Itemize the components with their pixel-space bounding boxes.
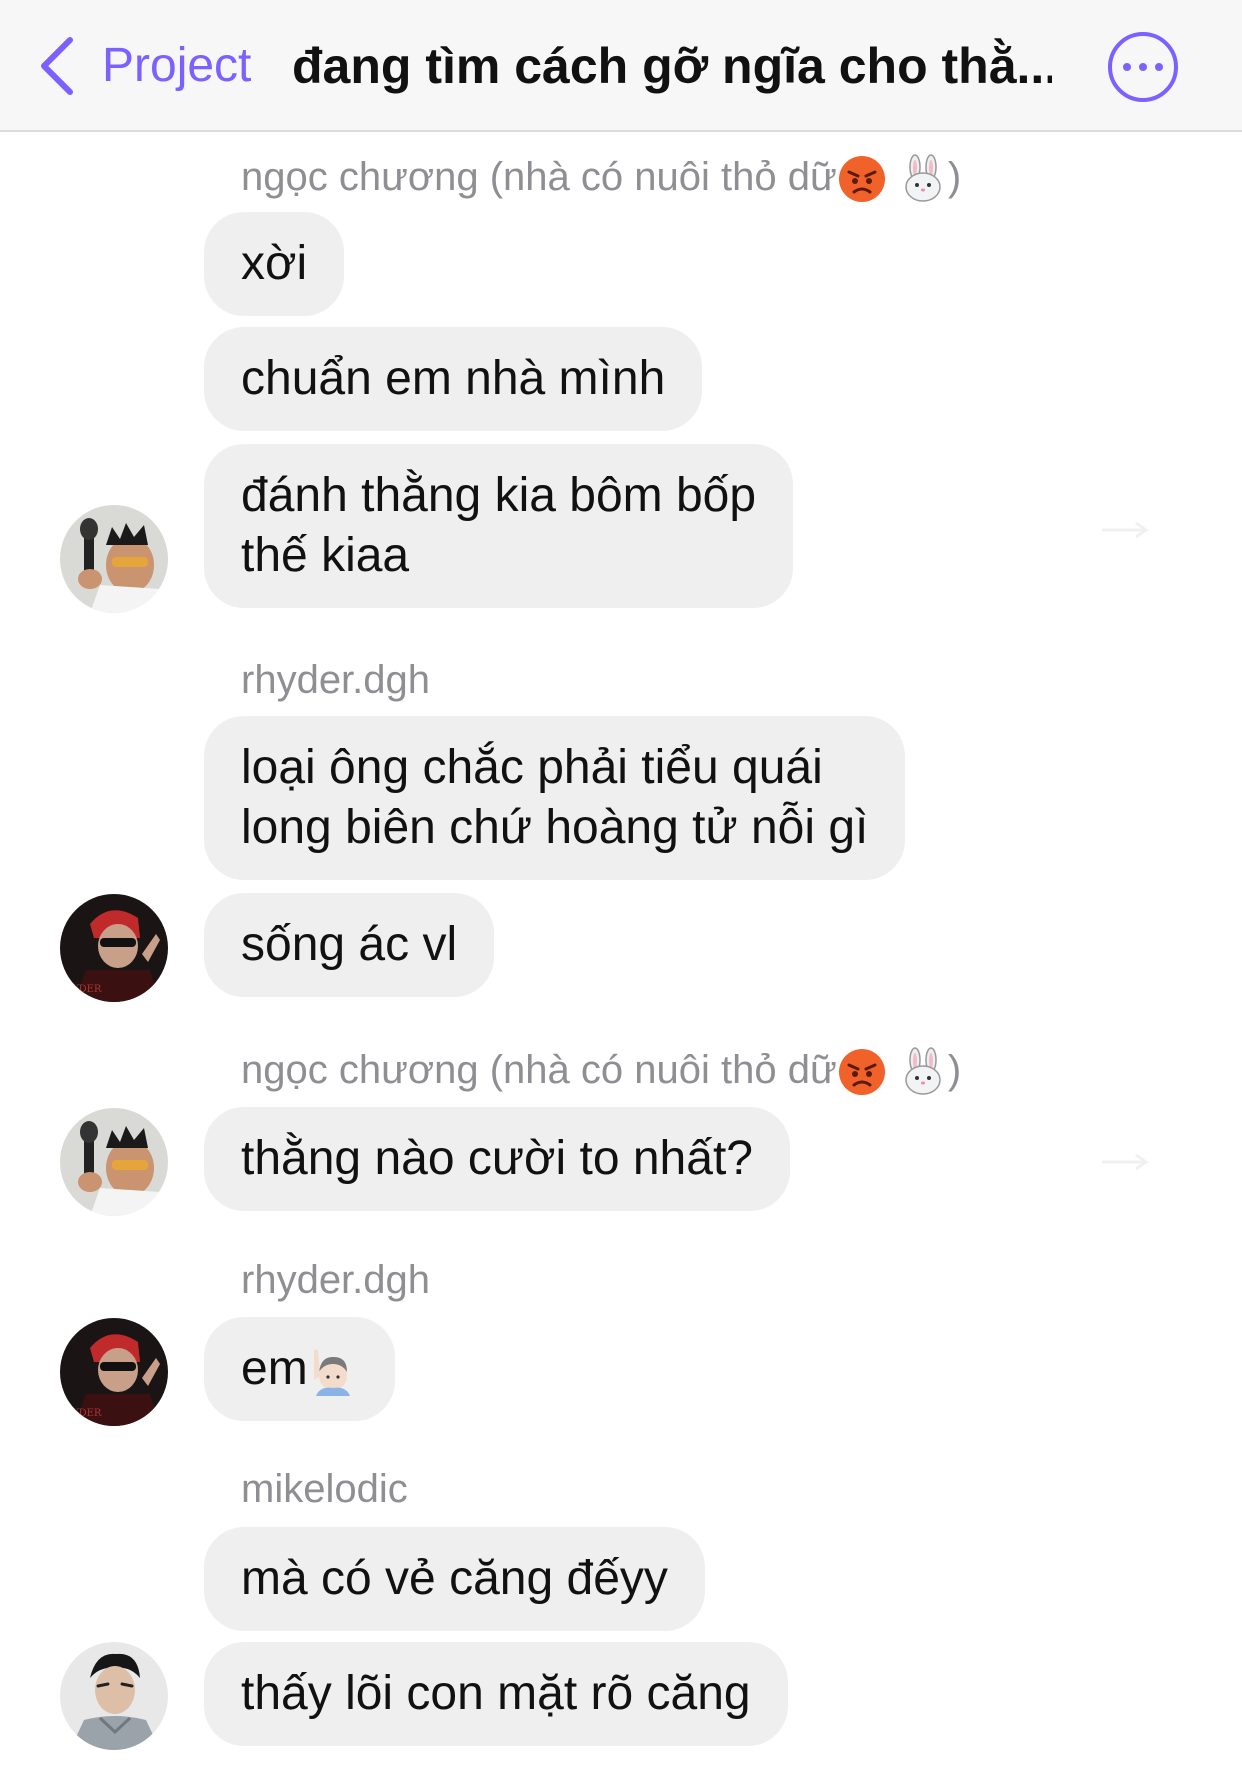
back-label: Project — [102, 39, 252, 92]
message-text: em — [241, 1342, 308, 1395]
chat-title: đang tìm cách gỡ ngĩa cho thằ... — [292, 38, 1052, 94]
message-text-line: đánh thằng kia bôm bốp — [241, 469, 757, 522]
sender-name: ngọc chương (nhà có nuôi thỏ dữ ) — [241, 1045, 962, 1096]
avatar-image — [60, 1642, 168, 1750]
message-text: mà có vẻ căng đếyy — [241, 1552, 668, 1605]
message-bubble[interactable]: em — [204, 1317, 395, 1421]
message-bubble[interactable]: loại ông chắc phải tiểu quái long biên c… — [204, 716, 906, 880]
angry-face-emoji — [838, 156, 885, 203]
chevron-left-icon — [41, 37, 73, 95]
message-text: sống ác vl — [241, 918, 458, 971]
avatar-ngoc-chuong[interactable] — [60, 1108, 168, 1216]
arrow-right-icon — [1102, 1153, 1149, 1171]
sender-name-suffix: ) — [947, 1048, 962, 1092]
message-text: thấy lõi con mặt rõ căng — [241, 1667, 751, 1720]
more-options-icon-dot — [1155, 63, 1163, 71]
raising-hand-emoji — [313, 1349, 350, 1397]
more-options-button[interactable] — [1108, 32, 1178, 102]
rabbit-emoji — [905, 1047, 941, 1096]
svg-text:YDER: YDER — [71, 984, 102, 995]
arrow-right-icon — [1102, 521, 1149, 539]
angry-face-emoji — [838, 1049, 885, 1096]
sender-name-text: ngọc chương (nhà có nuôi thỏ dữ — [241, 1048, 837, 1092]
avatar-ngoc-chuong[interactable] — [60, 505, 168, 613]
message-bubble[interactable]: xời — [204, 212, 345, 316]
message-text-line: thế kiaa — [241, 529, 410, 582]
sender-name: rhyder.dgh — [241, 1258, 431, 1302]
svg-text:YDER: YDER — [71, 1408, 102, 1419]
message-text-line: long biên chứ hoàng tử nỗi gì — [241, 801, 869, 854]
sender-name-text: ngọc chương (nhà có nuôi thỏ dữ — [241, 155, 837, 199]
avatar-rhyder[interactable]: YDER — [60, 894, 168, 1002]
message-text: chuẩn em nhà mình — [241, 352, 666, 405]
sender-name: rhyder.dgh — [241, 658, 431, 702]
message-text-line: loại ông chắc phải tiểu quái — [241, 741, 823, 794]
message-bubble[interactable]: mà có vẻ căng đếyy — [204, 1527, 705, 1631]
avatar-image — [60, 505, 168, 613]
more-options-icon-dot — [1139, 63, 1147, 71]
sender-name-suffix: ) — [947, 155, 962, 199]
message-text: xời — [241, 237, 308, 290]
message-bubble[interactable]: đánh thằng kia bôm bốp thế kiaa — [204, 444, 794, 608]
rabbit-emoji — [905, 154, 941, 203]
message-bubble[interactable]: thằng nào cười to nhất? — [204, 1107, 790, 1211]
back-button[interactable]: Project — [36, 36, 251, 96]
avatar-rhyder[interactable]: YDER — [60, 1318, 168, 1426]
avatar-image: YDER — [60, 1318, 168, 1426]
avatar-image — [60, 1108, 168, 1216]
sender-name: ngọc chương (nhà có nuôi thỏ dữ ) — [241, 152, 962, 203]
chat-header: Project đang tìm cách gỡ ngĩa cho thằ... — [0, 0, 1242, 132]
message-bubble[interactable]: thấy lõi con mặt rõ căng — [204, 1642, 788, 1746]
message-bubble[interactable]: sống ác vl — [204, 893, 495, 997]
more-options-icon — [1123, 63, 1131, 71]
message-text: thằng nào cười to nhất? — [241, 1132, 753, 1185]
avatar-mikelodic[interactable] — [60, 1642, 168, 1750]
message-bubble[interactable]: chuẩn em nhà mình — [204, 327, 703, 431]
avatar-image: YDER — [60, 894, 168, 1002]
sender-name: mikelodic — [241, 1467, 408, 1511]
